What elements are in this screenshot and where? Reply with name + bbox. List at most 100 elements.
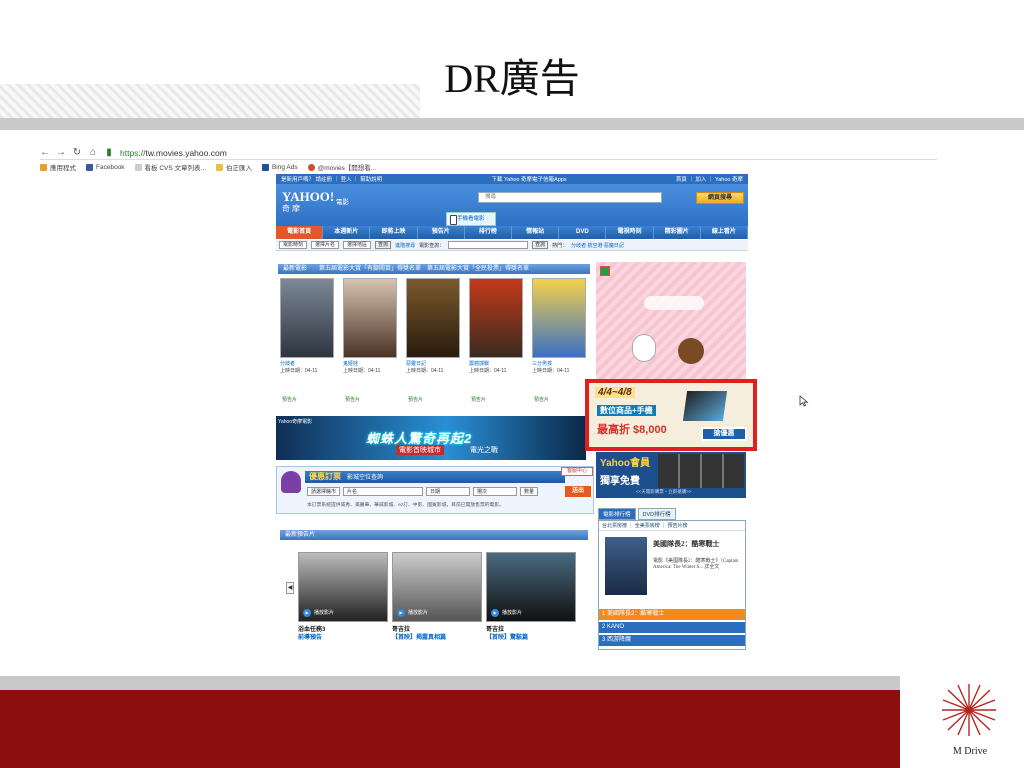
movie-card[interactable]: 三分男孩 上映日期：04-11 [532,278,586,374]
trailer-card[interactable]: 播放影片 [298,552,388,622]
movie-card[interactable]: 分歧者 上映日期：04-11 [280,278,334,374]
showtime-select[interactable]: 電影時刻 [279,241,308,249]
forward-icon[interactable]: → [56,147,66,158]
nav-watch-online[interactable]: 線上看片 [701,226,748,239]
featured-movie-title[interactable]: 美國隊長2：酷寒戰士 [653,539,741,549]
trailer-link[interactable]: 預告片 [345,396,360,403]
trailer-link[interactable]: 預告片 [534,396,549,403]
advanced-search-link[interactable]: 進階搜尋 [395,242,415,249]
date-select[interactable]: 日期 [426,487,471,496]
movie-poster[interactable] [343,278,397,358]
title-select[interactable]: 片名 [343,487,424,496]
carousel-prev-icon[interactable]: ◀ [286,582,294,594]
movie-name[interactable]: 震撼諜戰 [469,360,523,367]
topbar-app-link[interactable]: 下載 Yahoo 奇摩電子信箱Apps [491,175,566,183]
movie-name[interactable]: 分歧者 [280,360,334,367]
customer-service-link[interactable]: 客服中心 [561,467,593,476]
reload-icon[interactable]: ↻ [72,147,82,158]
section-label: 電影 [336,199,349,206]
tab-dvd-ranking[interactable]: DVD排行榜 [637,508,676,520]
member-promo-ad[interactable]: Yahoo會員 獨享免費 <<天電影購票・立即搶購>> [596,452,746,498]
nav-photos[interactable]: 精彩圖片 [654,226,701,239]
movie-name[interactable]: 惡靈日記 [406,360,460,367]
topbar-home-links[interactable]: 首頁 ｜ 加入 ｜ Yahoo 奇摩 [676,175,743,183]
showtime-search-bar: 電影時刻 選擇片名 選擇地區 查詢 進階搜尋 電影查詢： 查詢 熱門： 分歧者 … [276,240,748,251]
movie-query-button[interactable]: 查詢 [532,241,549,249]
region-select[interactable]: 選擇地區 [343,241,372,249]
movie-card[interactable]: 惡靈日記 上映日期：04-11 [406,278,460,374]
movie-poster[interactable] [280,278,334,358]
release-date: 上映日期：04-11 [343,368,381,374]
movie-query-label: 電影查詢： [419,242,445,249]
nav-new-this-week[interactable]: 本週新片 [323,226,371,239]
nav-rankings[interactable]: 排行榜 [465,226,513,239]
nav-dvd[interactable]: DVD [559,226,607,239]
movie-card[interactable]: 震撼諜戰 上映日期：04-11 [469,278,523,374]
play-button[interactable]: 播放影片 [491,609,522,617]
bookmark-facebook[interactable]: Facebook [86,163,125,171]
session-select[interactable]: 場次 [473,487,518,496]
movie-poster[interactable] [469,278,523,358]
rank-item[interactable]: 1 美國隊長2：酷寒戰士 [599,609,745,620]
back-icon[interactable]: ← [40,147,50,158]
bookmark-movies[interactable]: @movies【開想看... [307,162,376,172]
booking-note: 本訂票系統提供威秀、美麗華、華威影城、ez訂、中影、國賓影城，目前已開放售票的電… [307,503,504,508]
movie-name[interactable]: 三分男孩 [532,360,586,367]
bookmark-apps[interactable]: 應用程式 [40,162,76,172]
hot-keywords[interactable]: 分歧者 航空港 惡魔日記 [571,242,624,249]
play-button[interactable]: 播放影片 [303,609,334,617]
trailer-card[interactable]: 播放影片 [486,552,576,622]
trailer-title[interactable]: 浴血任務3 前導預告 [298,626,325,642]
search-button[interactable]: 網頁搜尋 [696,192,744,204]
seven-eleven-logo [600,266,610,276]
home-icon[interactable]: ⌂ [88,147,98,158]
tab-movie-ranking[interactable]: 電影排行榜 [598,508,636,520]
member-promo-posters [658,454,744,488]
movie-poster[interactable] [406,278,460,358]
featured-movie-cover[interactable] [605,537,647,595]
trailer-card[interactable]: 播放影片 [392,552,482,622]
city-select[interactable]: 請選擇縣市 [307,487,341,496]
nav-coming-soon[interactable]: 即將上映 [370,226,418,239]
search-input[interactable]: 搜尋 [478,192,662,203]
trailer-link[interactable]: 預告片 [282,396,297,403]
nav-home[interactable]: 電影首頁 [276,226,324,239]
topbar-account-links[interactable]: 是新用戶嗎？ 請註冊 ｜ 登入 ｜ 幫助說明 [281,175,382,183]
yahoo-logo[interactable]: YAHOO! 奇摩 [282,190,334,215]
dr-ad-highlight[interactable]: 4/4~4/8 數位商品+手機 最高折 $8,000 搶優惠 [585,379,757,451]
movie-poster[interactable] [532,278,586,358]
trailer-link[interactable]: 預告片 [408,396,423,403]
banner-tag: Yahoo奇摩電影 [278,419,313,425]
mouse-cursor-icon [799,395,809,407]
member-promo-line3[interactable]: <<天電影購票・立即搶購>> [636,489,692,495]
title-select[interactable]: 選擇片名 [311,241,340,249]
mobile-app-badge[interactable]: 手機看電影 [446,212,496,226]
showtime-query-button[interactable]: 查詢 [375,241,392,249]
nav-news[interactable]: 情報站 [512,226,560,239]
nav-tv-times[interactable]: 電視時刻 [606,226,654,239]
rank-item[interactable]: 2 KANO [599,622,745,633]
trailer-title[interactable]: 哥吉拉 【首映】揭露真相篇 [392,626,446,642]
movie-card[interactable]: 鬼姬娃 上映日期：04-11 [343,278,397,374]
play-button[interactable]: 播放影片 [397,609,428,617]
bookmark-cvs[interactable]: 看板 CVS 文章列表... [134,162,206,172]
bookmarks-bar: 應用程式 Facebook 看板 CVS 文章列表... 伯正匯入 Bing A… [40,160,937,174]
bookmark-import[interactable]: 伯正匯入 [215,162,252,172]
title-divider [0,118,1024,130]
movie-query-input[interactable] [448,241,529,249]
trailer-title[interactable]: 哥吉拉 【首映】驚駭篇 [486,626,528,642]
movie-name[interactable]: 鬼姬娃 [343,360,397,367]
bookmark-bing-ads[interactable]: Bing Ads [261,163,298,171]
ranking-subtabs[interactable]: 台北票房榜 ｜ 全美票房榜 ｜ 預告片榜 [599,521,745,531]
lock-icon: ▮ [106,147,112,158]
ad-cta-button[interactable]: 搶優惠 [701,427,747,441]
quantity-select[interactable]: 數量 [520,487,539,496]
seven-eleven-ad[interactable] [596,262,746,382]
trailer-link[interactable]: 預告片 [471,396,486,403]
nav-trailers[interactable]: 預告片 [418,226,465,239]
booking-submit-button[interactable]: 送出 [565,486,591,497]
address-bar[interactable]: https://tw.movies.yahoo.com [120,148,227,158]
brand-name: M Drive [952,746,988,757]
spiderman-banner-ad[interactable]: Yahoo奇摩電影 蜘蛛人驚奇再起2 電影首映城市 電光之戰 [276,416,586,460]
rank-item[interactable]: 3 西游降魔 [599,635,745,646]
